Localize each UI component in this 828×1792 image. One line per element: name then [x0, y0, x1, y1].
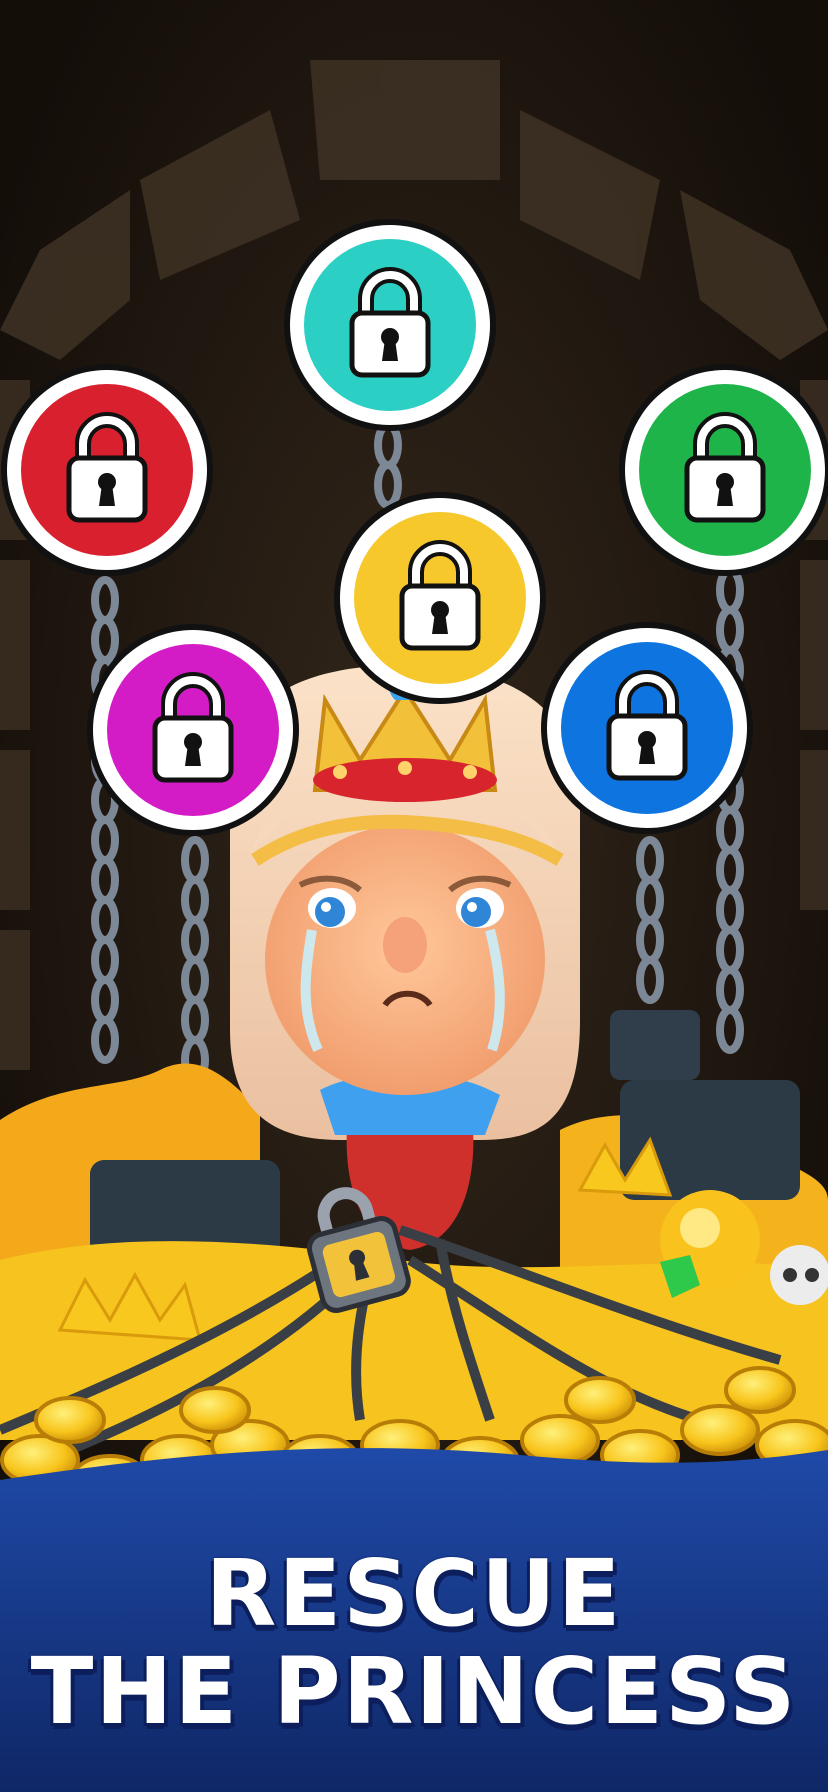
- title: RESCUE THE PRINCESS: [0, 1545, 828, 1741]
- title-line-1: RESCUE: [205, 1540, 623, 1647]
- title-line-2: THE PRINCESS: [30, 1638, 798, 1745]
- lock-magenta[interactable]: [87, 624, 299, 836]
- lock-yellow[interactable]: [334, 492, 546, 704]
- lock-red[interactable]: [1, 364, 213, 576]
- skull-icon: [770, 1245, 828, 1305]
- lock-teal[interactable]: [284, 219, 496, 431]
- lock-green[interactable]: [619, 364, 828, 576]
- game-scene: [0, 0, 828, 1792]
- lock-blue[interactable]: [541, 622, 753, 834]
